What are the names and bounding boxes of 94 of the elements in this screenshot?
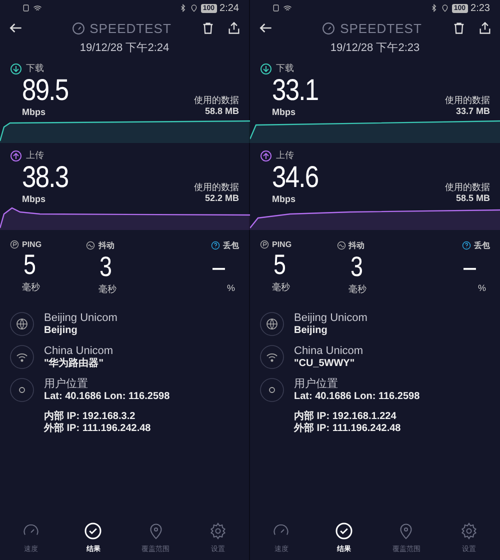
info-title: Beijing Unicom [294,312,368,325]
ping-icon [260,240,269,249]
info-title: Beijing Unicom [44,312,118,325]
person-icon [10,378,34,402]
delete-icon [452,21,466,35]
stat-unit: % [226,283,236,293]
gauge-icon [322,22,336,34]
speed-value: 34.6 [272,162,318,194]
wifi-icon [283,4,292,12]
speed-unit: Mbps [22,194,46,204]
stat-label: PING [22,240,42,249]
clock: 2:23 [470,2,490,14]
globe-icon [10,312,34,336]
bluetooth-icon [178,4,187,12]
info-detail: "华为路由器" [44,358,104,370]
stat-value: 3 [349,251,364,283]
person-icon [260,378,284,402]
app-title: SPEEDTEST [340,20,422,36]
results-icon [334,522,353,540]
settings-icon [208,522,227,540]
info-detail: Beijing [44,325,78,337]
stat-label: 抖动 [98,240,114,251]
result-label: 下载 [26,62,44,75]
help-icon [462,241,471,250]
clock: 2:24 [220,2,239,14]
results-icon [84,522,102,540]
sim-icon [22,4,30,12]
result-label: 上传 [26,149,44,162]
upload-icon [260,150,272,162]
test-timestamp: 19/12/28 下午2:23 [329,41,421,56]
speed-unit: Mbps [272,107,296,117]
speed-unit: Mbps [272,194,296,204]
test-timestamp: 19/12/28 下午2:24 [78,41,170,56]
info-detail: 内部 IP: 192.168.3.2 [44,411,136,422]
wifi-icon [260,345,284,369]
stat-value: 5 [22,249,38,281]
data-used-value: 33.7 MB [454,106,490,117]
data-used-value: 58.5 MB [454,193,490,204]
data-used-label: 使用的数据 [194,182,239,193]
settings-icon [460,522,478,540]
stat-unit: % [478,283,487,293]
speed-unit: Mbps [22,107,46,117]
info-detail: "CU_5WWY" [294,358,356,370]
data-used-label: 使用的数据 [194,95,239,106]
stat-label: PING [272,240,292,249]
info-title: 用户位置 [294,378,339,391]
stat-unit: 毫秒 [348,283,367,296]
speed-value: 33.1 [272,75,318,107]
stat-value: 3 [98,251,114,283]
info-detail: 内部 IP: 192.168.1.224 [294,411,398,422]
result-label: 下载 [276,62,294,75]
info-title: 用户位置 [44,378,89,391]
data-used-label: 使用的数据 [445,182,490,193]
data-used-value: 52.2 MB [204,193,239,204]
info-detail: 外部 IP: 111.196.242.48 [44,423,152,435]
location-icon [440,4,449,12]
stat-unit: 毫秒 [271,281,290,294]
help-icon [211,241,220,250]
info-title: China Unicom [294,345,364,358]
location-icon [190,4,198,12]
download-icon [260,62,272,74]
info-title: China Unicom [44,345,114,358]
stat-label: 丢包 [474,240,490,251]
speed-value: 89.5 [22,75,68,107]
upload-icon [10,150,22,162]
info-detail: 外部 IP: 111.196.242.48 [294,423,402,435]
stat-value: – [462,251,478,283]
sim-icon [272,4,280,12]
share-icon [227,21,241,35]
bluetooth-icon [430,4,438,12]
jitter-icon [336,241,346,250]
info-detail: Lat: 40.1686 Lon: 116.2598 [44,391,170,403]
jitter-icon [86,241,96,250]
stat-label: 抖动 [348,240,365,251]
result-label: 上传 [276,149,294,162]
stat-value: 5 [272,249,288,281]
download-icon [10,62,22,74]
speed-value: 38.3 [22,162,68,194]
app-title: SPEEDTEST [90,20,172,36]
ping-icon [10,240,19,249]
info-detail: Beijing [294,325,328,337]
wifi-icon [33,4,42,12]
info-detail: Lat: 40.1686 Lon: 116.2598 [294,391,420,403]
data-used-label: 使用的数据 [445,95,490,106]
delete-icon [201,21,215,35]
share-icon [478,21,492,35]
data-used-value: 58.8 MB [204,106,239,117]
stat-value: – [212,251,226,283]
wifi-icon [10,345,34,369]
gauge-icon [72,22,85,34]
stat-unit: 毫秒 [97,283,116,296]
globe-icon [260,312,284,336]
stat-label: 丢包 [223,240,239,251]
stat-unit: 毫秒 [21,281,40,294]
